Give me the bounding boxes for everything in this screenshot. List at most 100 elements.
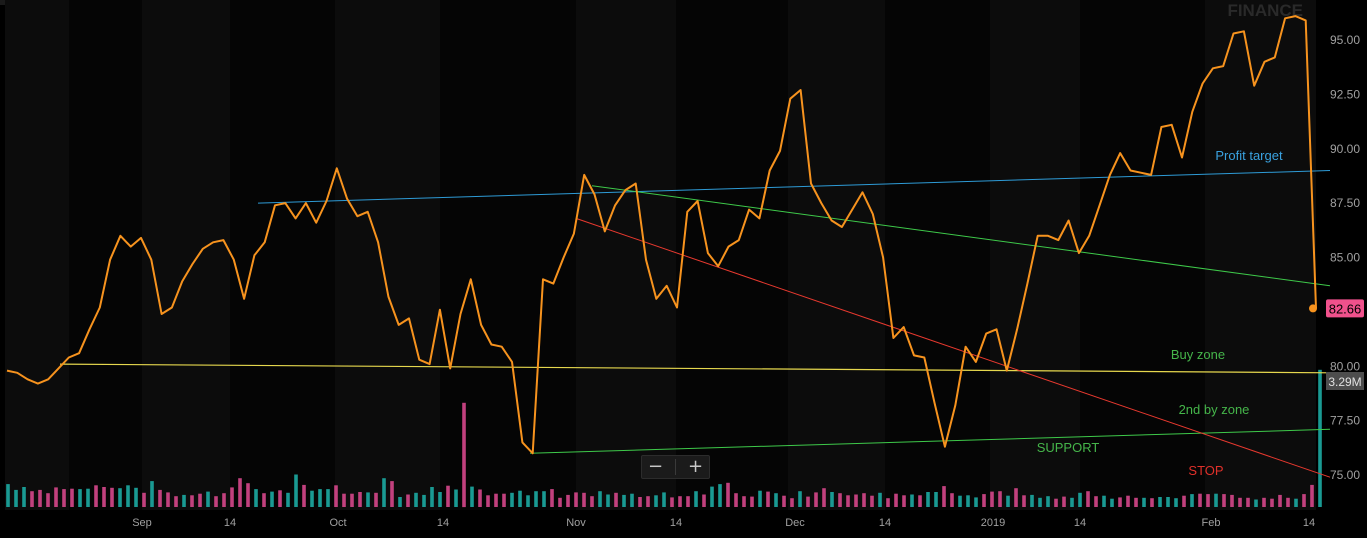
volume-bar — [542, 491, 546, 507]
volume-bar — [1198, 493, 1202, 507]
volume-bar — [414, 492, 418, 507]
volume-bar — [382, 478, 386, 507]
volume-bar — [950, 493, 954, 507]
volume-bar — [606, 494, 610, 507]
zoom-controls: − + — [641, 455, 710, 479]
volume-bar — [214, 496, 218, 507]
volume-bar — [1174, 498, 1178, 507]
volume-bar — [790, 498, 794, 507]
volume-bar — [1278, 494, 1282, 507]
volume-bar — [446, 485, 450, 507]
volume-bar — [246, 483, 250, 507]
volume-bar — [1310, 484, 1314, 507]
volume-bar — [358, 492, 362, 507]
volume-bar — [982, 494, 986, 507]
volume-bar — [806, 496, 810, 507]
volume-bar — [550, 489, 554, 507]
volume-bar — [1030, 494, 1034, 507]
volume-bar — [1286, 497, 1290, 507]
x-tick-label: Nov — [566, 517, 586, 529]
volume-bar — [590, 496, 594, 507]
volume-bar — [878, 492, 882, 507]
volume-bar — [926, 492, 930, 507]
volume-bar — [758, 490, 762, 507]
volume-bar — [422, 494, 426, 507]
background-band — [230, 0, 335, 510]
volume-bar — [958, 495, 962, 507]
volume-bar — [694, 491, 698, 507]
volume-bar — [206, 491, 210, 507]
volume-bar — [1102, 495, 1106, 507]
volume-bar — [534, 491, 538, 507]
volume-bar — [1238, 497, 1242, 507]
volume-bar — [70, 488, 74, 507]
volume-bar — [766, 491, 770, 507]
volume-bar — [310, 490, 314, 507]
buy-zone-label: Buy zone — [1171, 347, 1225, 362]
background-band — [990, 0, 1080, 510]
volume-bar — [46, 493, 50, 507]
volume-bar — [326, 489, 330, 507]
volume-bar — [1094, 496, 1098, 507]
volume-bar — [558, 497, 562, 507]
volume-bar — [502, 493, 506, 507]
volume-bar — [998, 491, 1002, 507]
last-price-dot — [1309, 304, 1317, 313]
volume-bar — [86, 488, 90, 507]
volume-bar — [622, 494, 626, 507]
volume-bar — [1150, 498, 1154, 507]
volume-bar — [1246, 497, 1250, 507]
volume-bar — [462, 402, 466, 508]
volume-bar — [1134, 497, 1138, 507]
volume-bar — [846, 495, 850, 507]
background-band — [142, 0, 230, 510]
volume-bar — [734, 493, 738, 507]
x-tick-label: Feb — [1202, 517, 1221, 529]
volume-bar — [614, 492, 618, 507]
chart-window: FINANCE Profit target Buy zone 2nd by zone… — [0, 0, 1367, 538]
zoom-out-button[interactable]: − — [648, 458, 663, 476]
volume-bar — [1142, 497, 1146, 507]
volume-bar — [942, 486, 946, 507]
volume-bar — [54, 487, 58, 507]
background-band — [576, 0, 676, 510]
volume-bar — [750, 496, 754, 507]
volume-bar — [934, 492, 938, 507]
volume-bar — [1270, 498, 1274, 507]
volume-bar — [566, 494, 570, 507]
volume-bar — [662, 492, 666, 507]
volume-bar — [374, 492, 378, 507]
volume-bar — [302, 484, 306, 507]
zoom-in-button[interactable]: + — [688, 458, 703, 476]
volume-bar — [398, 497, 402, 507]
volume-bar — [630, 493, 634, 507]
background-band — [5, 0, 69, 510]
volume-bar — [174, 496, 178, 507]
volume-bar — [678, 496, 682, 507]
volume-bar — [254, 489, 258, 507]
background-band — [788, 0, 885, 510]
x-tick-label: 14 — [879, 517, 891, 529]
volume-bar — [14, 489, 18, 507]
volume-bar — [110, 487, 114, 507]
volume-bar — [334, 485, 338, 507]
y-tick-label: 85.00 — [1330, 251, 1360, 265]
volume-bar — [862, 493, 866, 507]
volume-bar — [238, 478, 242, 507]
x-tick-label: Oct — [329, 517, 346, 529]
background-band — [69, 0, 142, 510]
volume-bar — [1078, 492, 1082, 507]
volume-bar — [742, 496, 746, 507]
volume-bar — [94, 485, 98, 507]
volume-bar — [406, 494, 410, 507]
volume-bar — [150, 481, 154, 507]
volume-bar — [1006, 495, 1010, 507]
volume-bar — [270, 491, 274, 507]
support-label: SUPPORT — [1037, 440, 1100, 455]
volume-bar — [366, 492, 370, 507]
volume-bar — [726, 482, 730, 507]
stop-label: STOP — [1188, 463, 1223, 478]
volume-bar — [30, 491, 34, 507]
volume-bar — [830, 492, 834, 507]
volume-bar — [526, 495, 530, 507]
